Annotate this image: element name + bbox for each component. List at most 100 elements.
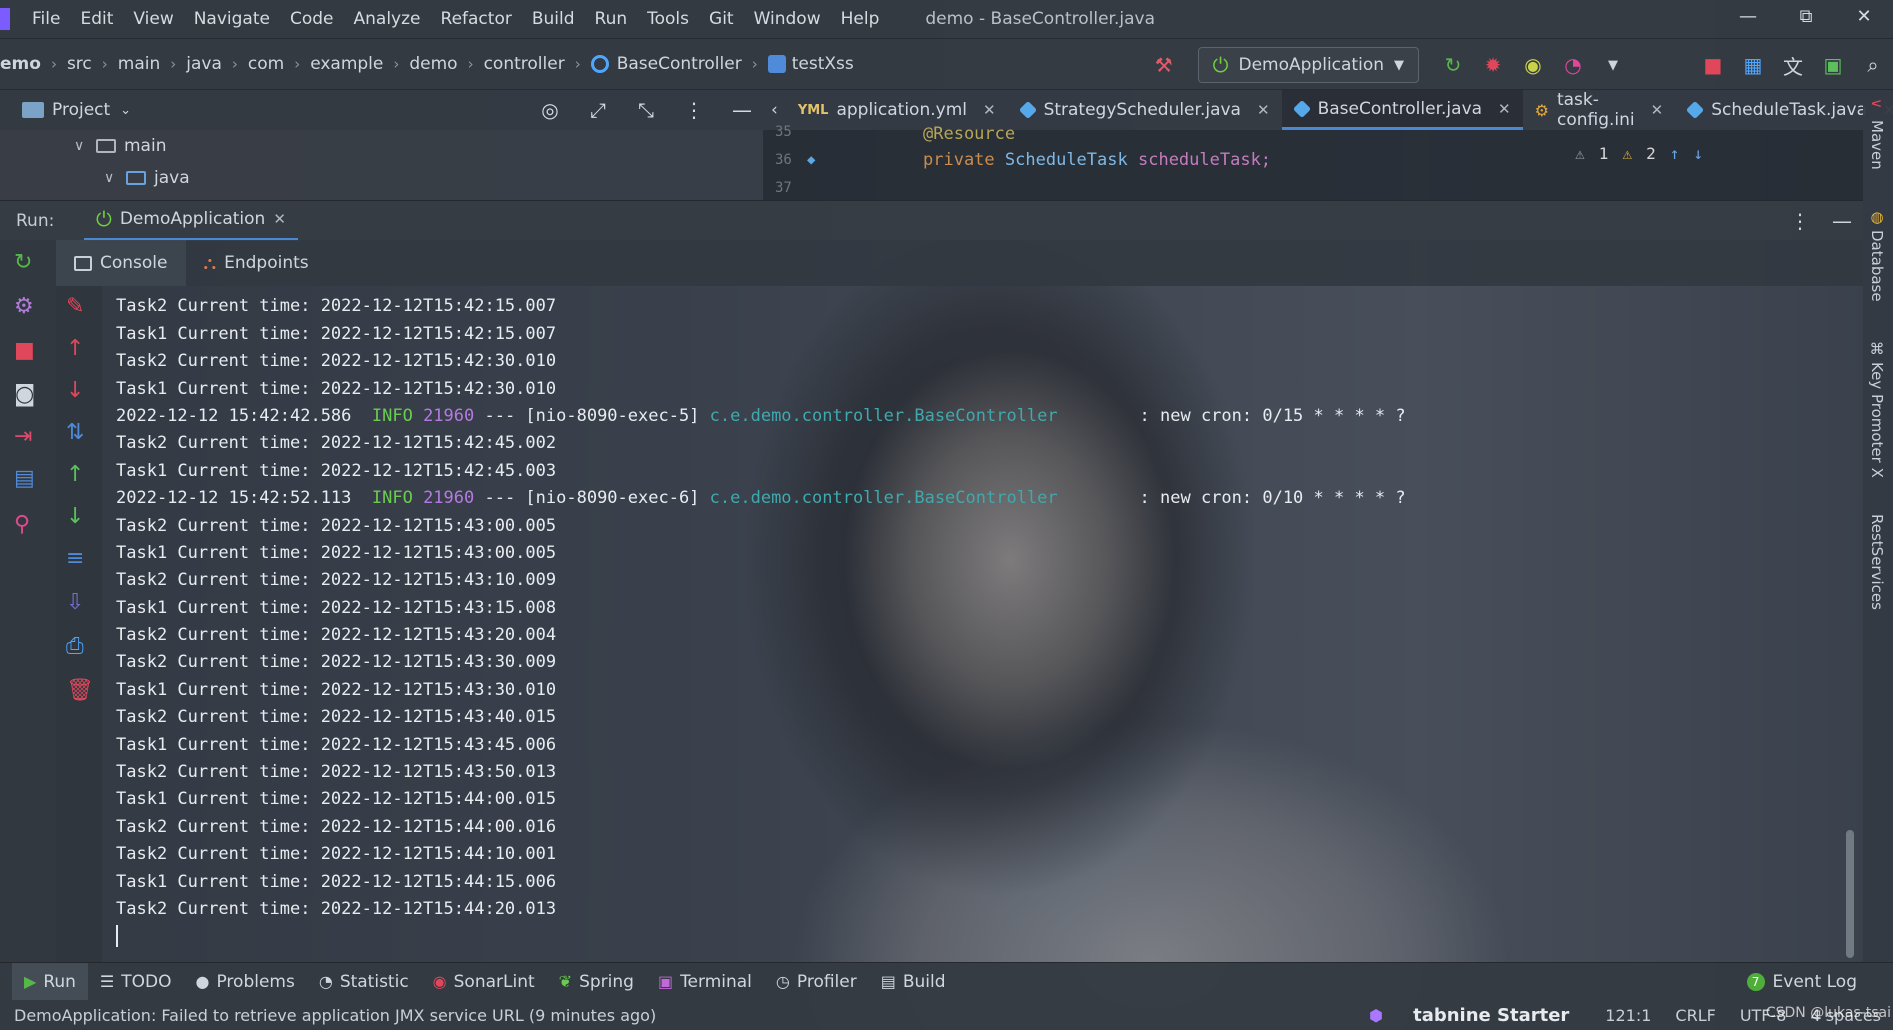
tool-statistic[interactable]: ◔ Statistic bbox=[307, 963, 421, 1001]
hammer-icon[interactable]: ⚒ bbox=[1144, 53, 1184, 77]
close-icon[interactable]: ✕ bbox=[983, 101, 996, 119]
search-icon[interactable]: ⌕ bbox=[1853, 53, 1893, 77]
expand-icon[interactable]: ⤢ bbox=[577, 98, 619, 122]
down-arrow-icon[interactable]: ↓ bbox=[66, 378, 84, 403]
tool-run[interactable]: ▶ Run bbox=[12, 962, 88, 1001]
tree-item[interactable]: ∨ main bbox=[0, 130, 763, 162]
breadcrumb-item[interactable]: controller bbox=[484, 54, 565, 74]
menu-build[interactable]: Build bbox=[522, 9, 585, 29]
pin-icon[interactable]: ⚲ bbox=[14, 512, 30, 537]
menu-git[interactable]: Git bbox=[699, 9, 744, 29]
print-icon[interactable]: ⎙ bbox=[66, 634, 84, 659]
layout-icon[interactable]: ▦ bbox=[1733, 53, 1773, 77]
translate-icon[interactable]: 文 bbox=[1773, 51, 1813, 80]
rerun-icon[interactable]: ↻ bbox=[1433, 53, 1473, 77]
breadcrumb-item[interactable]: demo bbox=[409, 54, 457, 74]
project-title[interactable]: Project bbox=[52, 100, 110, 120]
collapse-icon[interactable]: ⤡ bbox=[625, 98, 667, 122]
status-message[interactable]: DemoApplication: Failed to retrieve appl… bbox=[14, 1006, 656, 1025]
run-configuration-select[interactable]: ⏻ DemoApplication ▼ bbox=[1197, 47, 1419, 83]
breadcrumb-item[interactable]: java bbox=[186, 54, 222, 74]
bean-icon[interactable]: ◆ bbox=[807, 152, 815, 168]
rerun-icon[interactable]: ↻ bbox=[14, 250, 32, 275]
breadcrumb-item[interactable]: com bbox=[248, 54, 284, 74]
close-icon[interactable]: ✕ bbox=[273, 210, 286, 228]
menu-view[interactable]: View bbox=[123, 9, 183, 29]
camera-icon[interactable]: ◙ bbox=[14, 382, 35, 407]
settings-icon[interactable]: ⚙ bbox=[14, 294, 34, 319]
sort-icon[interactable]: ⇅ bbox=[66, 420, 84, 445]
soft-wrap-icon[interactable]: ≡ bbox=[66, 546, 84, 571]
menu-refactor[interactable]: Refactor bbox=[431, 9, 522, 29]
code-editor[interactable]: 35 36 37 ◆ @Resource private ScheduleTas… bbox=[763, 124, 1863, 200]
next-highlight-icon[interactable]: ↓ bbox=[1693, 144, 1703, 163]
sidebar-item-maven[interactable]: Maven bbox=[1868, 120, 1886, 170]
terminal-icon[interactable]: ▣ bbox=[1813, 53, 1853, 77]
menu-edit[interactable]: Edit bbox=[70, 9, 123, 29]
tree-item[interactable]: ∨ java bbox=[0, 162, 763, 194]
tab-endpoints[interactable]: ⛬ Endpoints bbox=[186, 240, 327, 286]
tool-problems[interactable]: ● Problems bbox=[184, 963, 307, 1001]
chevron-down-icon[interactable]: ▼ bbox=[1593, 58, 1633, 73]
clear-icon[interactable]: ✎ bbox=[66, 294, 84, 319]
coverage-icon[interactable]: ◉ bbox=[1513, 53, 1553, 77]
more-options-icon[interactable]: ⋮ bbox=[673, 98, 715, 122]
scroll-left-icon[interactable]: ‹ bbox=[771, 100, 778, 120]
sidebar-item-database[interactable]: Database bbox=[1868, 230, 1886, 302]
tab-schedule-task[interactable]: ScheduleTask.java ✕ bbox=[1675, 90, 1893, 130]
trash-icon[interactable]: 🗑 bbox=[66, 678, 94, 703]
close-icon[interactable]: ✕ bbox=[1498, 100, 1511, 118]
sidebar-item-key-promoter[interactable]: Key Promoter X bbox=[1868, 362, 1886, 478]
breadcrumb-item[interactable]: testXss bbox=[792, 54, 854, 74]
tool-profiler[interactable]: ◷ Profiler bbox=[764, 963, 869, 1001]
breadcrumb-item[interactable]: main bbox=[118, 54, 160, 74]
hide-panel-icon[interactable]: — bbox=[1821, 209, 1863, 233]
run-tab-demo-application[interactable]: ⏻ DemoApplication ✕ bbox=[84, 201, 298, 241]
chevron-down-icon[interactable]: ∨ bbox=[104, 170, 126, 186]
tool-spring[interactable]: ❦ Spring bbox=[547, 963, 646, 1001]
menu-window[interactable]: Window bbox=[744, 9, 831, 29]
tool-todo[interactable]: ☰ TODO bbox=[88, 963, 184, 1001]
sidebar-item-restservices[interactable]: RestServices bbox=[1868, 514, 1886, 610]
line-separator[interactable]: CRLF bbox=[1663, 1006, 1727, 1025]
menu-code[interactable]: Code bbox=[280, 9, 344, 29]
layout-icon[interactable]: ▤ bbox=[14, 466, 35, 491]
scroll-to-end-icon[interactable]: ⇩ bbox=[66, 590, 84, 615]
tab-task-config[interactable]: ⚙ task-config.ini ✕ bbox=[1523, 90, 1676, 130]
tool-event-log[interactable]: Event Log bbox=[1773, 972, 1857, 992]
debug-icon[interactable]: ✹ bbox=[1473, 53, 1513, 77]
breadcrumb-item[interactable]: emo bbox=[0, 54, 41, 74]
console-scrollbar[interactable] bbox=[1846, 830, 1854, 958]
tab-strategy-scheduler[interactable]: StrategyScheduler.java ✕ bbox=[1008, 90, 1282, 130]
tool-sonarlint[interactable]: ◉ SonarLint bbox=[421, 963, 547, 1001]
next-occurrence-icon[interactable]: ↓ bbox=[66, 504, 84, 529]
breadcrumb-item[interactable]: BaseController bbox=[617, 54, 742, 74]
minimize-icon[interactable]: — bbox=[1719, 0, 1777, 38]
inspection-widget[interactable]: ⚠ 1 ⚠ 2 ↑ ↓ bbox=[1575, 144, 1703, 163]
chevron-down-icon[interactable]: ⌄ bbox=[120, 103, 131, 118]
tool-terminal[interactable]: ▣ Terminal bbox=[646, 963, 764, 1001]
exit-icon[interactable]: ⇥ bbox=[14, 424, 32, 449]
prev-occurrence-icon[interactable]: ↑ bbox=[66, 462, 84, 487]
stop-icon[interactable]: ■ bbox=[14, 338, 35, 363]
caret-position[interactable]: 121:1 bbox=[1593, 1006, 1663, 1025]
tabnine-widget[interactable]: ⬢ tabnine Starter bbox=[1345, 1005, 1593, 1026]
tab-console[interactable]: Console bbox=[56, 240, 186, 286]
target-icon[interactable]: ◎ bbox=[529, 98, 571, 122]
breadcrumb-item[interactable]: src bbox=[67, 54, 92, 74]
console-output[interactable]: Task1 Current time: 2022-12-12T15:42:00.… bbox=[102, 286, 1842, 962]
menu-file[interactable]: File bbox=[22, 9, 70, 29]
profile-icon[interactable]: ◔ bbox=[1553, 53, 1593, 77]
stop-icon[interactable]: ■ bbox=[1693, 53, 1733, 77]
menu-help[interactable]: Help bbox=[831, 9, 890, 29]
close-icon[interactable]: ✕ bbox=[1257, 101, 1270, 119]
tab-base-controller[interactable]: BaseController.java ✕ bbox=[1281, 90, 1523, 130]
menu-run[interactable]: Run bbox=[585, 9, 638, 29]
more-options-icon[interactable]: ⋮ bbox=[1779, 209, 1821, 233]
up-arrow-icon[interactable]: ↑ bbox=[66, 336, 84, 361]
hide-panel-icon[interactable]: — bbox=[721, 98, 763, 122]
menu-tools[interactable]: Tools bbox=[637, 9, 699, 29]
menu-analyze[interactable]: Analyze bbox=[344, 9, 431, 29]
restore-icon[interactable]: ⧉ bbox=[1777, 0, 1835, 38]
console-input-line[interactable] bbox=[116, 923, 1406, 950]
